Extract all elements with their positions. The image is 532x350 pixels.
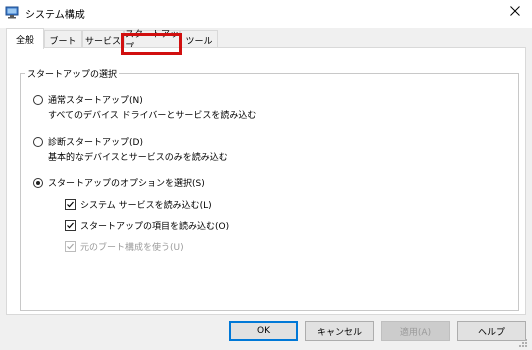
checkmark-icon <box>67 222 74 229</box>
general-tab-panel: スタートアップの選択 通常スタートアップ(N) すべてのデバイス ドライバーとサ… <box>6 47 526 315</box>
tab-label: サービス <box>84 36 121 47</box>
diagnostic-startup-radio[interactable] <box>33 137 43 147</box>
tab-label: ツール <box>185 36 213 47</box>
close-icon <box>510 5 520 19</box>
group-title: スタートアップの選択 <box>25 67 120 80</box>
checkmark-icon <box>67 201 74 208</box>
cancel-button[interactable]: キャンセル <box>305 321 374 341</box>
window-title: システム構成 <box>25 10 85 21</box>
use-original-boot-config-label: 元のブート構成を使う(U) <box>80 243 184 253</box>
tab-label: ブート <box>49 36 77 47</box>
help-button-label: ヘルプ <box>477 327 505 338</box>
help-button[interactable]: ヘルプ <box>457 321 526 341</box>
title-bar: システム構成 <box>0 0 532 28</box>
apply-button-label: 適用(A) <box>399 327 432 338</box>
tab-label: 全般 <box>15 35 34 46</box>
resize-grip-icon[interactable] <box>518 338 528 348</box>
ok-button-label: OK <box>257 326 270 336</box>
use-original-boot-config-checkbox <box>65 241 76 252</box>
dialog-body: 全般 ブート サービス スタートアップ ツール スタートアップの選択 通常スター… <box>0 28 532 350</box>
normal-startup-label[interactable]: 通常スタートアップ(N) <box>48 93 143 106</box>
cancel-button-label: キャンセル <box>316 327 362 338</box>
startup-selection-group: スタートアップの選択 通常スタートアップ(N) すべてのデバイス ドライバーとサ… <box>20 67 519 311</box>
ok-button[interactable]: OK <box>229 321 298 341</box>
diagnostic-startup-description: 基本的なデバイスとサービスのみを読み込む <box>48 153 228 163</box>
load-system-services-checkbox[interactable] <box>65 199 76 210</box>
selective-startup-label[interactable]: スタートアップのオプションを選択(S) <box>48 176 205 189</box>
selective-startup-radio[interactable] <box>33 178 43 188</box>
normal-startup-radio[interactable] <box>33 95 43 105</box>
diagnostic-startup-label[interactable]: 診断スタートアップ(D) <box>48 135 143 148</box>
system-configuration-icon <box>5 6 19 19</box>
load-startup-items-label[interactable]: スタートアップの項目を読み込む(O) <box>80 219 229 232</box>
checkmark-icon <box>67 243 74 250</box>
normal-startup-description: すべてのデバイス ドライバーとサービスを読み込む <box>48 111 257 121</box>
load-system-services-label[interactable]: システム サービスを読み込む(L) <box>80 198 212 211</box>
apply-button: 適用(A) <box>381 321 450 341</box>
tab-general[interactable]: 全般 <box>6 28 44 49</box>
load-startup-items-checkbox[interactable] <box>65 220 76 231</box>
close-button[interactable] <box>498 0 532 24</box>
